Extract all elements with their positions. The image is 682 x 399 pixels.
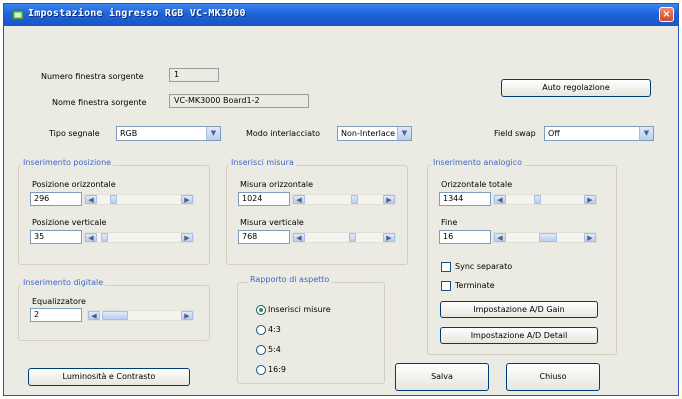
scroll-left-icon[interactable]: ◀ bbox=[88, 311, 100, 320]
aspect-option-16-9-label: 16:9 bbox=[268, 365, 286, 374]
fine-input[interactable]: 16 bbox=[439, 230, 491, 244]
field-swap-value: Off bbox=[548, 129, 560, 138]
radio-selected-dot bbox=[259, 308, 263, 312]
window-number-label: Numero finestra sorgente bbox=[41, 72, 144, 81]
scroll-right-icon[interactable]: ▶ bbox=[383, 195, 395, 204]
chevron-down-icon[interactable]: ▼ bbox=[206, 127, 220, 140]
signal-type-label: Tipo segnale bbox=[49, 129, 100, 138]
terminate-label: Terminate bbox=[455, 281, 495, 290]
close-window-button[interactable]: × bbox=[659, 7, 674, 22]
scroll-right-icon[interactable]: ▶ bbox=[181, 233, 193, 242]
window-title: Impostazione ingresso RGB VC-MK3000 bbox=[28, 8, 246, 19]
field-swap-label: Field swap bbox=[494, 129, 536, 138]
signal-type-value: RGB bbox=[120, 129, 138, 138]
interlace-mode-label: Modo interlacciato bbox=[246, 129, 321, 138]
total-horizontal-label: Orizzontale totale bbox=[441, 180, 513, 189]
equalizer-input[interactable]: 2 bbox=[30, 308, 82, 322]
scroll-left-icon[interactable]: ◀ bbox=[293, 195, 305, 204]
signal-type-select[interactable]: RGB ▼ bbox=[116, 126, 221, 141]
fine-slider[interactable]: ◀ ▶ bbox=[493, 232, 597, 243]
scroll-left-icon[interactable]: ◀ bbox=[293, 233, 305, 242]
brightness-contrast-button[interactable]: Luminosità e Contrasto bbox=[28, 368, 190, 386]
interlace-mode-value: Non-Interlace bbox=[341, 129, 396, 138]
aspect-option-4-3-radio[interactable] bbox=[256, 325, 266, 335]
scroll-right-icon[interactable]: ▶ bbox=[584, 233, 596, 242]
equalizer-slider[interactable]: ◀ ▶ bbox=[87, 310, 194, 321]
save-button[interactable]: Salva bbox=[395, 363, 489, 391]
aspect-option-16-9-radio[interactable] bbox=[256, 365, 266, 375]
vertical-position-input[interactable]: 35 bbox=[30, 230, 82, 244]
slider-thumb[interactable] bbox=[349, 233, 356, 242]
window-name-label: Nome finestra sorgente bbox=[52, 98, 147, 107]
rgb-input-settings-window: Impostazione ingresso RGB VC-MK3000 × Nu… bbox=[3, 3, 679, 396]
title-bar[interactable]: Impostazione ingresso RGB VC-MK3000 × bbox=[4, 4, 678, 26]
scroll-right-icon[interactable]: ▶ bbox=[584, 195, 596, 204]
slider-thumb[interactable] bbox=[101, 233, 108, 242]
slider-thumb[interactable] bbox=[534, 195, 541, 204]
total-horizontal-slider[interactable]: ◀ ▶ bbox=[493, 194, 597, 205]
field-swap-select[interactable]: Off ▼ bbox=[544, 126, 654, 141]
position-group-title: Inserimento posizione bbox=[21, 158, 114, 167]
horizontal-size-input[interactable]: 1024 bbox=[238, 192, 290, 206]
window-name-field: VC-MK3000 Board1-2 bbox=[169, 94, 309, 108]
vertical-position-slider[interactable]: ◀ ▶ bbox=[84, 232, 194, 243]
size-group-title: Inserisci misura bbox=[229, 158, 296, 167]
horizontal-position-input[interactable]: 296 bbox=[30, 192, 82, 206]
window-number-field: 1 bbox=[169, 68, 219, 82]
vertical-size-label: Misura verticale bbox=[240, 218, 304, 227]
scroll-right-icon[interactable]: ▶ bbox=[181, 195, 193, 204]
aspect-ratio-group-title: Rapporto di aspetto bbox=[248, 275, 332, 284]
aspect-option-5-4-label: 5:4 bbox=[268, 345, 281, 354]
ad-detail-button[interactable]: Impostazione A/D Detail bbox=[440, 327, 598, 344]
horizontal-position-slider[interactable]: ◀ ▶ bbox=[84, 194, 194, 205]
chevron-down-icon[interactable]: ▼ bbox=[397, 127, 411, 140]
scroll-right-icon[interactable]: ▶ bbox=[383, 233, 395, 242]
fine-label: Fine bbox=[441, 218, 458, 227]
auto-adjust-button[interactable]: Auto regolazione bbox=[501, 79, 651, 97]
ad-gain-button[interactable]: Impostazione A/D Gain bbox=[440, 301, 598, 318]
vertical-size-slider[interactable]: ◀ ▶ bbox=[292, 232, 396, 243]
horizontal-size-label: Misura orizzontale bbox=[240, 180, 314, 189]
aspect-option-custom-label: Inserisci misure bbox=[268, 305, 331, 314]
aspect-option-5-4-radio[interactable] bbox=[256, 345, 266, 355]
slider-thumb[interactable] bbox=[539, 233, 557, 242]
app-icon bbox=[12, 10, 24, 20]
scroll-left-icon[interactable]: ◀ bbox=[85, 233, 97, 242]
slider-thumb[interactable] bbox=[351, 195, 358, 204]
terminate-checkbox[interactable] bbox=[441, 281, 451, 291]
vertical-size-input[interactable]: 768 bbox=[238, 230, 290, 244]
horizontal-position-label: Posizione orizzontale bbox=[32, 180, 116, 189]
sync-separate-checkbox[interactable] bbox=[441, 262, 451, 272]
scroll-left-icon[interactable]: ◀ bbox=[494, 195, 506, 204]
vertical-position-label: Posizione verticale bbox=[32, 218, 107, 227]
slider-thumb[interactable] bbox=[102, 311, 128, 320]
slider-thumb[interactable] bbox=[110, 195, 117, 204]
horizontal-size-slider[interactable]: ◀ ▶ bbox=[292, 194, 396, 205]
scroll-left-icon[interactable]: ◀ bbox=[494, 233, 506, 242]
scroll-left-icon[interactable]: ◀ bbox=[85, 195, 97, 204]
interlace-mode-select[interactable]: Non-Interlace ▼ bbox=[337, 126, 412, 141]
scroll-right-icon[interactable]: ▶ bbox=[181, 311, 193, 320]
chevron-down-icon[interactable]: ▼ bbox=[639, 127, 653, 140]
analog-group-title: Inserimento analogico bbox=[431, 158, 524, 167]
aspect-option-custom-radio[interactable] bbox=[256, 305, 266, 315]
digital-group-title: Inserimento digitale bbox=[21, 278, 106, 287]
close-button[interactable]: Chiuso bbox=[506, 363, 600, 391]
aspect-option-4-3-label: 4:3 bbox=[268, 325, 281, 334]
sync-separate-label: Sync separato bbox=[455, 262, 513, 271]
total-horizontal-input[interactable]: 1344 bbox=[439, 192, 491, 206]
equalizer-label: Equalizzatore bbox=[32, 297, 86, 306]
